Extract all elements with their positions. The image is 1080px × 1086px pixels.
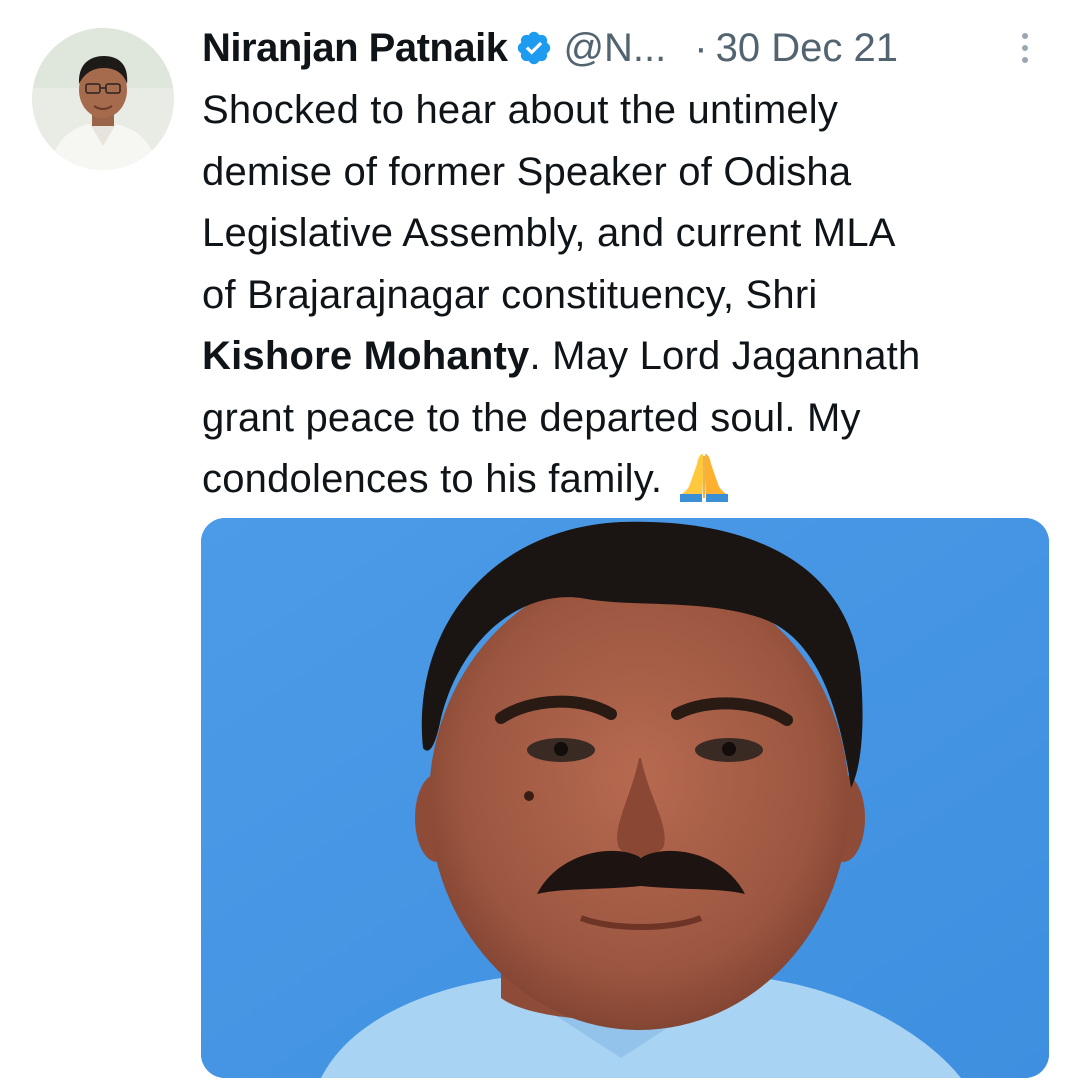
folded-hands-emoji-icon	[676, 450, 732, 502]
tweet-text-fragment: . May Lord Jagannath	[529, 334, 921, 378]
tweet-text-line: Shocked to hear about the untimely	[202, 88, 839, 132]
tweet-text-line: of Brajarajnagar constituency, Shri	[202, 272, 818, 317]
author-avatar[interactable]	[32, 28, 174, 170]
tweet-date[interactable]: 30 Dec 21	[716, 26, 898, 71]
verified-badge-icon	[515, 29, 553, 67]
tweet-header: Niranjan Patnaik @N... · 30 Dec 21	[202, 22, 898, 74]
more-vertical-icon[interactable]	[1015, 30, 1035, 66]
separator-dot: ·	[694, 25, 708, 70]
author-name[interactable]: Niranjan Patnaik	[202, 26, 508, 71]
author-handle[interactable]: @N...	[563, 26, 666, 71]
tweet-text: Shocked to hear about the untimely demis…	[202, 80, 1032, 511]
tweet-text-line: demise of former Speaker of Odisha	[202, 149, 852, 194]
tweet-text-line: Legislative Assembly, and current MLA	[202, 211, 896, 255]
tweet-text-line: grant peace to the departed soul. My	[202, 395, 861, 440]
tweet-text-fragment: condolences to his family.	[202, 457, 663, 501]
tweet-text-line: condolences to his family.	[202, 449, 1032, 511]
highlighted-name: Kishore Mohanty	[202, 334, 530, 378]
tweet-text-line: Kishore Mohanty. May Lord Jagannath	[202, 326, 1032, 388]
tweet-photo[interactable]	[201, 518, 1049, 1078]
tweet-card[interactable]: Niranjan Patnaik @N... · 30 Dec 21 Shock…	[0, 0, 1080, 1086]
